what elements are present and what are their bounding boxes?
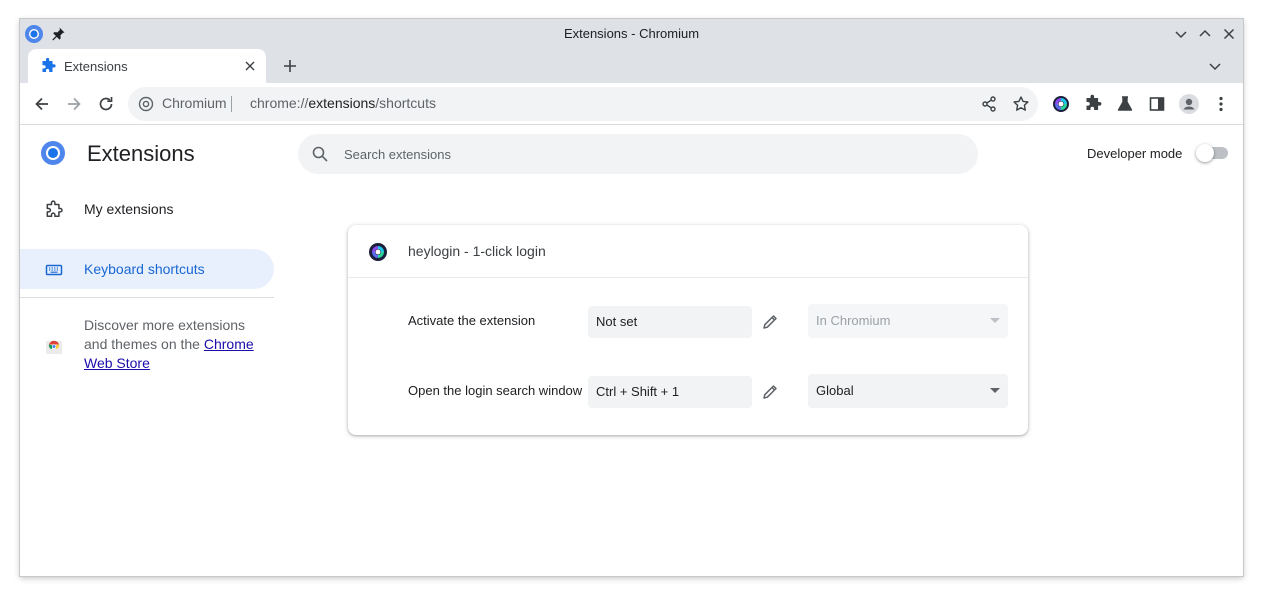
back-button[interactable] <box>32 94 52 114</box>
toolbar: Chromium chrome://extensions/shortcuts <box>20 83 1243 125</box>
avatar-icon <box>1179 94 1199 114</box>
edit-pencil-icon[interactable] <box>760 382 780 402</box>
menu-button[interactable] <box>1211 94 1231 114</box>
shortcut-command-label: Open the login search window <box>408 383 583 398</box>
sidebar-item-label: My extensions <box>84 201 174 217</box>
heylogin-icon <box>1053 96 1069 112</box>
shortcut-scope-select: In Chromium <box>808 304 1008 338</box>
scope-value: In Chromium <box>816 313 891 328</box>
page-title: Extensions <box>87 141 195 166</box>
heylogin-extension-button[interactable] <box>1051 94 1071 114</box>
shortcut-command-label: Activate the extension <box>408 313 536 328</box>
chevron-up-icon <box>1199 29 1211 37</box>
extension-shortcut-card: heylogin - 1-click login Activate the ex… <box>348 225 1028 435</box>
omnibox-separator <box>231 96 232 112</box>
puzzle-icon <box>1086 94 1102 110</box>
scope-value: Global <box>816 383 854 398</box>
store-promo-text: Discover more extensions and themes on t… <box>84 316 264 373</box>
bookmark-star-icon[interactable] <box>1012 95 1030 113</box>
tab-extensions[interactable]: Extensions <box>28 49 266 83</box>
heylogin-icon <box>369 243 387 261</box>
forward-button[interactable] <box>64 94 84 114</box>
toggle-knob <box>1196 144 1214 162</box>
labs-button[interactable] <box>1115 94 1135 114</box>
dropdown-caret-icon <box>990 388 1000 393</box>
extensions-page: Extensions Developer mode My extensions <box>20 126 1243 576</box>
extensions-menu-button[interactable] <box>1083 94 1103 114</box>
url-scheme: chrome:// <box>250 95 309 111</box>
reload-button[interactable] <box>96 94 116 114</box>
tab-search-chevron-icon[interactable] <box>1207 58 1223 74</box>
browser-window: Extensions - Chromium Extensions Chromiu… <box>20 19 1243 576</box>
side-panel-icon <box>1149 97 1165 111</box>
new-tab-icon[interactable] <box>280 56 300 76</box>
keyboard-icon <box>45 264 63 276</box>
developer-mode-toggle[interactable] <box>1196 144 1228 162</box>
extension-name: heylogin - 1-click login <box>408 243 546 259</box>
close-window-button[interactable] <box>1220 25 1238 43</box>
search-input[interactable] <box>344 134 964 174</box>
puzzle-outline-icon <box>46 200 63 217</box>
share-icon[interactable] <box>980 95 998 113</box>
sidebar-divider <box>20 297 274 298</box>
flask-icon <box>1117 96 1133 111</box>
tab-title: Extensions <box>64 59 128 74</box>
chrome-web-store-icon <box>46 340 62 354</box>
puzzle-icon <box>42 58 56 72</box>
shortcut-input[interactable]: Not set <box>588 306 752 338</box>
minimize-button[interactable] <box>1172 25 1190 43</box>
tab-close-icon[interactable] <box>242 58 258 74</box>
card-divider <box>348 277 1028 278</box>
side-panel-button[interactable] <box>1147 94 1167 114</box>
chromium-logo-icon <box>41 141 65 165</box>
sidebar-item-label: Keyboard shortcuts <box>84 261 205 277</box>
shortcut-row: Open the login search window Ctrl + Shif… <box>348 374 1028 410</box>
address-bar[interactable]: Chromium chrome://extensions/shortcuts <box>128 87 1038 121</box>
shortcut-input[interactable]: Ctrl + Shift + 1 <box>588 376 752 408</box>
shortcut-row: Activate the extension Not set In Chromi… <box>348 304 1028 340</box>
arrow-back-icon <box>35 97 48 111</box>
shortcut-scope-select[interactable]: Global <box>808 374 1008 408</box>
chromium-site-icon <box>138 96 154 112</box>
window-title: Extensions - Chromium <box>563 26 700 41</box>
site-name: Chromium <box>162 95 227 111</box>
edit-pencil-icon[interactable] <box>760 312 780 332</box>
chevron-down-icon <box>1175 31 1187 39</box>
arrow-forward-icon <box>68 97 81 111</box>
url-host: extensions <box>308 95 376 111</box>
close-icon <box>1223 28 1235 40</box>
reload-icon <box>99 97 113 111</box>
developer-mode-label: Developer mode <box>1087 146 1183 161</box>
title-bar: Extensions - Chromium <box>20 19 1243 49</box>
url-path: /shortcuts <box>375 95 436 111</box>
sidebar-item-my-extensions[interactable]: My extensions <box>20 189 274 229</box>
url-text[interactable]: chrome://extensions/shortcuts <box>250 95 436 111</box>
maximize-button[interactable] <box>1196 25 1214 43</box>
sidebar-item-keyboard-shortcuts[interactable]: Keyboard shortcuts <box>20 249 274 289</box>
more-vert-icon <box>1219 96 1223 112</box>
tab-strip: Extensions <box>20 49 1243 83</box>
search-box[interactable] <box>298 134 978 174</box>
profile-button[interactable] <box>1179 94 1199 114</box>
search-icon <box>312 146 328 162</box>
dropdown-caret-icon <box>990 318 1000 323</box>
